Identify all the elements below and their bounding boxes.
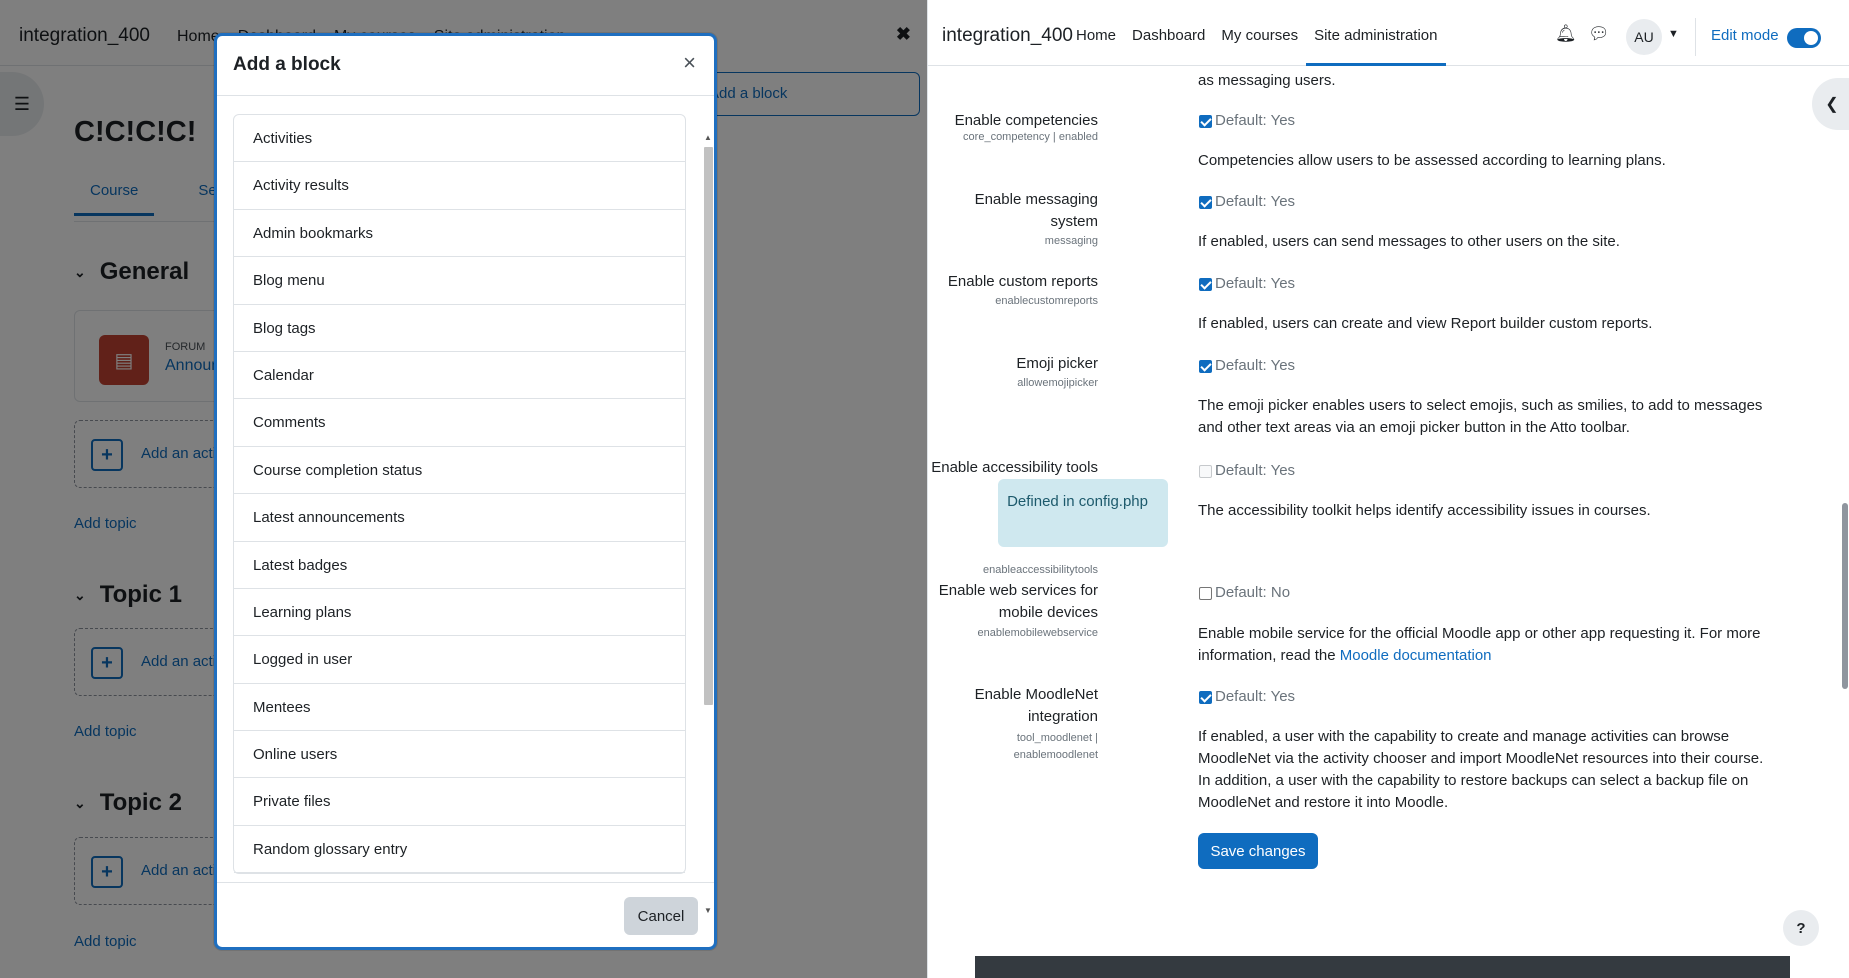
block-option[interactable]: Blog tags	[234, 305, 685, 352]
emoji-picker-checkbox[interactable]	[1199, 360, 1212, 373]
setting-description: as messaging users.	[1198, 72, 1336, 89]
setting-description: If enabled, users can create and view Re…	[1198, 315, 1653, 332]
enable-competencies-checkbox[interactable]	[1199, 115, 1212, 128]
setting-label: Emoji picker	[1016, 355, 1098, 372]
page-footer	[975, 956, 1790, 978]
save-changes-button[interactable]: Save changes	[1198, 833, 1318, 869]
block-option[interactable]: Learning plans	[234, 589, 685, 637]
course-window: integration_400 Home Dashboard My course…	[0, 0, 927, 978]
modal-header: Add a block ×	[217, 36, 714, 96]
navbar-divider	[1695, 18, 1696, 56]
setting-description: If enabled, users can send messages to o…	[1198, 233, 1620, 250]
block-option[interactable]: Activity results	[234, 162, 685, 210]
site-admin-window: integration_400 Home Dashboard My course…	[927, 0, 1849, 978]
nav-home[interactable]: Home	[1068, 6, 1124, 66]
nav-dashboard[interactable]: Dashboard	[1124, 6, 1213, 66]
modal-body: Activities Activity results Admin bookmark…	[233, 114, 686, 880]
page-scrollbar[interactable]	[1840, 66, 1849, 978]
block-option[interactable]: Calendar	[234, 352, 685, 400]
add-block-modal: Add a block × Activities Activity results…	[214, 33, 717, 950]
setting-key: core_competency | enabled	[963, 131, 1098, 143]
enable-moodlenet-checkbox[interactable]	[1199, 691, 1212, 704]
chat-icon[interactable]: 💬︎	[1588, 24, 1610, 44]
setting-label: Enable messaging system	[974, 191, 1098, 230]
setting-description: The accessibility toolkit helps identify…	[1198, 502, 1651, 519]
edit-mode-label: Edit mode	[1711, 27, 1779, 44]
block-option[interactable]: Logged in user	[234, 636, 685, 684]
setting-key: messaging	[1044, 235, 1098, 247]
block-list: Activities Activity results Admin bookmark…	[233, 114, 686, 875]
chevron-left-icon: ❮	[1825, 96, 1839, 113]
setting-key: enableaccessibilitytools	[983, 564, 1098, 576]
block-option[interactable]: Course completion status	[234, 447, 685, 495]
modal-footer: Cancel	[217, 882, 714, 950]
admin-navbar: integration_400 Home Dashboard My course…	[928, 6, 1849, 66]
setting-description: Enable mobile service for the official M…	[1198, 623, 1778, 667]
enable-messaging-checkbox[interactable]	[1199, 196, 1212, 209]
setting-label: Enable accessibility tools	[931, 459, 1098, 476]
bell-icon[interactable]: 🔔︎	[1555, 24, 1577, 44]
setting-default: Default: Yes	[1215, 462, 1296, 479]
enable-custom-reports-checkbox[interactable]	[1199, 278, 1212, 291]
scrollbar-thumb[interactable]	[1842, 503, 1848, 689]
setting-description: The emoji picker enables users to select…	[1198, 397, 1763, 436]
setting-default: Default: Yes	[1215, 193, 1296, 210]
scroll-up-arrow-icon[interactable]: ▲	[704, 133, 712, 142]
site-brand[interactable]: integration_400	[942, 25, 1073, 47]
setting-key: enablecustomreports	[995, 295, 1098, 307]
enable-accessibility-tools-checkbox[interactable]	[1199, 465, 1212, 478]
setting-key: tool_moodlenet | enablemoodlenet	[1013, 732, 1098, 761]
setting-description: If enabled, a user with the capability t…	[1198, 728, 1764, 811]
setting-label: Enable MoodleNet integration	[974, 686, 1098, 725]
setting-default: Default: Yes	[1215, 688, 1296, 705]
modal-scrollbar[interactable]: ▲ ▼	[702, 133, 714, 915]
block-option[interactable]: Comments	[234, 399, 685, 447]
setting-key: allowemojipicker	[1017, 377, 1098, 389]
block-option[interactable]: Private files	[234, 778, 685, 826]
setting-label: Enable competencies	[954, 112, 1098, 129]
block-option[interactable]: Online users	[234, 731, 685, 779]
help-button[interactable]: ?	[1783, 910, 1819, 946]
cancel-button[interactable]: Cancel	[624, 897, 698, 935]
scrollbar-thumb[interactable]	[704, 147, 713, 705]
nav-my-courses[interactable]: My courses	[1213, 6, 1306, 66]
setting-default: Default: Yes	[1215, 357, 1296, 374]
chevron-down-icon[interactable]: ▼	[1668, 28, 1679, 40]
setting-default: Default: Yes	[1215, 275, 1296, 292]
setting-description: Competencies allow users to be assessed …	[1198, 152, 1666, 169]
setting-key: enablemobilewebservice	[977, 627, 1098, 639]
block-option[interactable]: Activities	[234, 115, 685, 163]
block-option[interactable]: Latest announcements	[234, 494, 685, 542]
block-option[interactable]: Latest badges	[234, 542, 685, 589]
setting-default: Default: Yes	[1215, 112, 1296, 129]
setting-default: Default: No	[1215, 584, 1291, 601]
setting-label: Enable web services for mobile devices	[938, 582, 1098, 621]
block-option[interactable]: Random glossary entry	[234, 826, 685, 874]
block-option[interactable]: Mentees	[234, 684, 685, 732]
nav-site-administration[interactable]: Site administration	[1306, 6, 1446, 66]
block-option[interactable]: Blog menu	[234, 257, 685, 305]
primary-nav: Home Dashboard My courses Site administr…	[1068, 6, 1446, 66]
modal-title: Add a block	[233, 54, 341, 75]
setting-label: Enable custom reports	[947, 273, 1098, 290]
edit-mode-toggle[interactable]	[1787, 28, 1821, 48]
block-option[interactable]: Admin bookmarks	[234, 210, 685, 258]
enable-mobile-web-service-checkbox[interactable]	[1199, 587, 1212, 600]
config-note: Defined in config.php	[998, 479, 1168, 547]
moodle-documentation-link[interactable]: Moodle documentation	[1340, 647, 1492, 664]
close-icon[interactable]: ×	[683, 52, 696, 74]
avatar[interactable]: AU	[1626, 19, 1662, 55]
